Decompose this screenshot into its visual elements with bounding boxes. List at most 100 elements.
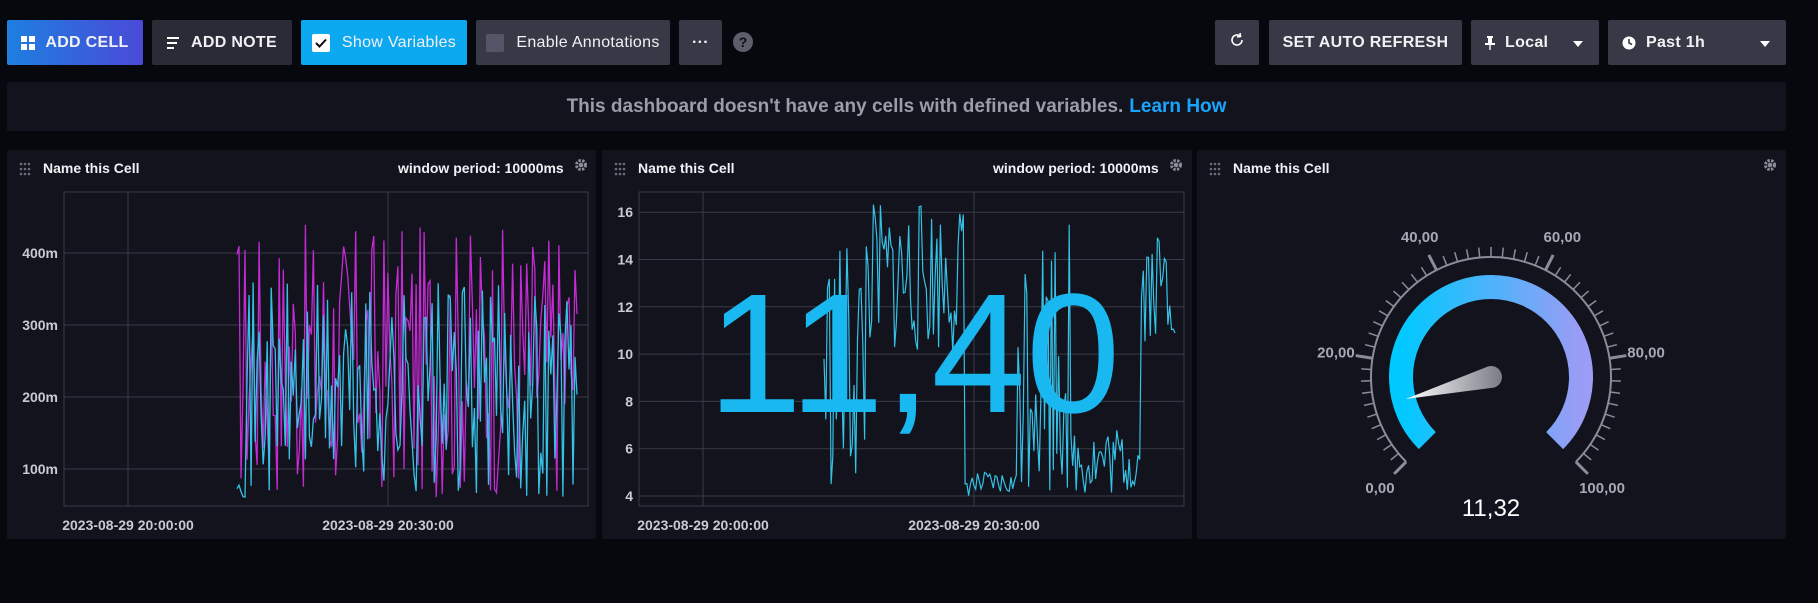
gauge-major-tick — [1355, 354, 1373, 360]
line-chart-2[interactable]: 4 6 8 10 12 14 16 2023-08-29 20:00:00 2023-08-2… — [602, 150, 1192, 539]
gauge-major-tick — [1427, 254, 1438, 271]
x-tick-label: 2023-08-29 20:00:00 — [637, 517, 769, 533]
time-range-dropdown[interactable]: Past 1h — [1608, 20, 1786, 65]
gauge-minor-tick — [1442, 255, 1448, 266]
gauge-minor-tick — [1361, 368, 1372, 371]
gauge-minor-tick — [1595, 434, 1606, 441]
gauge-minor-tick — [1563, 273, 1572, 283]
more-options-button[interactable]: ··· — [679, 20, 722, 65]
y-tick-label: 400m — [22, 245, 58, 261]
y-tick-label: 14 — [617, 252, 633, 268]
gauge-major-tick — [1574, 460, 1589, 475]
gauge-minor-tick — [1512, 249, 1517, 260]
checkbox-unchecked-icon — [486, 33, 505, 52]
x-tick-label: 2023-08-29 20:30:00 — [908, 517, 1040, 533]
single-stat-value: 11,40 — [708, 259, 1121, 449]
y-tick-label: 6 — [625, 441, 633, 457]
x-tick-label: 2023-08-29 20:30:00 — [322, 517, 454, 533]
gauge-minor-tick — [1363, 402, 1375, 407]
gauge-minor-tick — [1582, 452, 1592, 461]
add-note-button[interactable]: ADD NOTE — [152, 20, 292, 65]
enable-annotations-label: Enable Annotations — [516, 33, 660, 51]
time-range-label: Past 1h — [1646, 33, 1706, 51]
gauge-minor-tick — [1368, 332, 1379, 338]
gauge-minor-tick — [1572, 281, 1581, 291]
note-icon — [167, 36, 181, 49]
gauge-minor-tick — [1604, 413, 1615, 418]
x-tick-label: 2023-08-29 20:00:00 — [62, 517, 194, 533]
y-tick-label: 300m — [22, 317, 58, 333]
gauge-minor-tick — [1465, 249, 1470, 260]
clock-icon — [1622, 36, 1636, 50]
gauge-minor-tick — [1607, 343, 1618, 348]
y-tick-label: 10 — [617, 346, 633, 362]
enable-annotations-toggle[interactable]: Enable Annotations — [476, 20, 670, 65]
gauge-minor-tick — [1593, 310, 1604, 317]
gauge-minor-tick — [1600, 423, 1611, 430]
gauge-minor-tick — [1589, 443, 1599, 451]
chevron-down-icon — [1760, 34, 1770, 52]
gauge-minor-tick — [1364, 343, 1375, 348]
gauge-value: 11,32 — [1462, 495, 1520, 522]
checkbox-checked-icon — [311, 33, 330, 52]
gauge-minor-tick — [1554, 266, 1562, 277]
more-options-label: ··· — [692, 33, 709, 51]
set-auto-refresh-button[interactable]: SET AUTO REFRESH — [1269, 20, 1462, 65]
help-icon[interactable]: ? — [733, 32, 753, 52]
gauge-minor-tick — [1587, 299, 1597, 308]
gauge-major-tick — [1609, 354, 1627, 360]
gauge-minor-tick — [1580, 290, 1590, 299]
gauge-minor-tick — [1401, 281, 1410, 291]
y-tick-label: 16 — [617, 204, 633, 220]
gauge-minor-tick — [1385, 299, 1395, 308]
add-cell-label: ADD CELL — [45, 33, 129, 51]
gauge-minor-tick — [1420, 266, 1428, 277]
y-tick-label: 4 — [625, 488, 633, 504]
show-variables-toggle[interactable]: Show Variables — [301, 20, 467, 65]
gauge-minor-tick — [1383, 443, 1393, 451]
gauge-minor-tick — [1478, 247, 1481, 258]
y-tick-label: 12 — [617, 299, 633, 315]
pin-icon — [1485, 35, 1495, 50]
banner-message: This dashboard doesn't have any cells wi… — [566, 95, 1124, 117]
add-note-label: ADD NOTE — [191, 33, 277, 51]
gauge-minor-tick — [1609, 391, 1621, 395]
gauge-minor-tick — [1523, 251, 1528, 262]
gauge-minor-tick — [1390, 452, 1400, 461]
learn-how-link[interactable]: Learn How — [1129, 96, 1226, 118]
refresh-button[interactable] — [1215, 20, 1259, 65]
gauge-minor-tick — [1361, 391, 1373, 395]
gauge-minor-tick — [1610, 368, 1621, 371]
gauge-minor-tick — [1603, 332, 1614, 338]
gauge-chart[interactable]: 0,00 20,00 40,00 60,00 80,00 100,00 11,32 — [1197, 150, 1786, 539]
line-chart-1[interactable]: 100m 200m 300m 400m 2023-08-29 20:00:00 2023… — [7, 150, 596, 539]
gauge-minor-tick — [1410, 273, 1419, 283]
add-cell-button[interactable]: ADD CELL — [7, 20, 143, 65]
gauge-minor-tick — [1454, 251, 1459, 262]
chevron-down-icon — [1573, 34, 1583, 52]
grid-icon — [21, 35, 36, 50]
gauge-tick-label: 40,00 — [1401, 229, 1439, 246]
gauge-tick-label: 20,00 — [1317, 344, 1355, 361]
timezone-label: Local — [1505, 33, 1549, 51]
gauge-minor-tick — [1501, 247, 1504, 258]
y-tick-label: 200m — [22, 389, 58, 405]
gauge-needle — [1405, 366, 1502, 399]
dashboard-cell-3: Name this Cell 0,00 20,00 40,00 60,00 80,00 1… — [1197, 150, 1786, 539]
gauge-major-tick — [1393, 460, 1408, 475]
gauge-major-tick — [1544, 254, 1555, 271]
dashboard-toolbar: ADD CELL ADD NOTE Show Variables Enable … — [0, 0, 1818, 82]
y-tick-label: 8 — [625, 393, 633, 409]
gauge-minor-tick — [1534, 255, 1540, 266]
gauge-tick-label: 0,00 — [1365, 480, 1394, 497]
gauge-tick-label: 80,00 — [1627, 344, 1665, 361]
gauge-minor-tick — [1367, 413, 1378, 418]
timezone-dropdown[interactable]: Local — [1471, 20, 1599, 65]
gauge-minor-tick — [1392, 290, 1402, 299]
gauge-minor-tick — [1599, 320, 1609, 327]
variables-banner: This dashboard doesn't have any cells wi… — [7, 82, 1786, 131]
gauge-arc — [1389, 275, 1593, 450]
gauge-tick-label: 60,00 — [1544, 229, 1582, 246]
gauge-minor-tick — [1373, 320, 1383, 327]
gauge-minor-tick — [1371, 423, 1382, 430]
